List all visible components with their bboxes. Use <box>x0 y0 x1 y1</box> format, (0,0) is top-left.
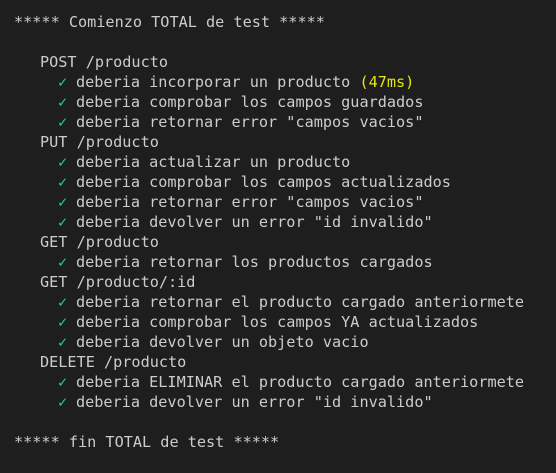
test-description: deberia devolver un objeto vacio <box>76 333 369 351</box>
checkmark-icon: ✓ <box>58 93 68 111</box>
suite-list: POST /producto ✓ deberia incorporar un pro… <box>0 52 556 412</box>
suite-title: GET /producto <box>40 233 159 251</box>
test-result-row: ✓ deberia retornar el producto cargado an… <box>0 292 556 312</box>
checkmark-icon: ✓ <box>58 373 68 391</box>
test-result-row: ✓ deberia retornar los productos cargados <box>0 252 556 272</box>
checkmark-icon: ✓ <box>58 253 68 271</box>
test-result-row: ✓ deberia devolver un error "id invalido" <box>0 212 556 232</box>
header-banner: ***** Comienzo TOTAL de test ***** <box>14 13 325 31</box>
test-description: deberia comprobar los campos actualizado… <box>76 173 451 191</box>
footer-banner: ***** fin TOTAL de test ***** <box>14 433 280 451</box>
test-result-row: ✓ deberia comprobar los campos YA actuali… <box>0 312 556 332</box>
test-result-row: ✓ deberia actualizar un producto <box>0 152 556 172</box>
test-result-row: ✓ deberia retornar error "campos vacios" <box>0 192 556 212</box>
terminal-output: ***** Comienzo TOTAL de test ***** POST … <box>0 0 556 473</box>
checkmark-icon: ✓ <box>58 333 68 351</box>
test-result-row: ✓ deberia comprobar los campos guardados <box>0 92 556 112</box>
checkmark-icon: ✓ <box>58 193 68 211</box>
test-result-row: ✓ deberia devolver un objeto vacio <box>0 332 556 352</box>
checkmark-icon: ✓ <box>58 393 68 411</box>
checkmark-icon: ✓ <box>58 153 68 171</box>
checkmark-icon: ✓ <box>58 213 68 231</box>
test-description: deberia actualizar un producto <box>76 153 351 171</box>
test-result-row: ✓ deberia comprobar los campos actualizad… <box>0 172 556 192</box>
test-description: deberia retornar el producto cargado ant… <box>76 293 525 311</box>
test-result-row: ✓ deberia devolver un error "id invalido" <box>0 392 556 412</box>
test-description: deberia comprobar los campos YA actualiz… <box>76 313 479 331</box>
test-description: deberia incorporar un producto <box>76 73 351 91</box>
checkmark-icon: ✓ <box>58 113 68 131</box>
suite-title: DELETE /producto <box>40 353 187 371</box>
test-description: deberia devolver un error "id invalido" <box>76 213 433 231</box>
test-duration: (47ms) <box>359 73 415 91</box>
suite-title: POST /producto <box>40 53 169 71</box>
test-description: deberia devolver un error "id invalido" <box>76 393 433 411</box>
test-result-row: ✓ deberia incorporar un producto (47ms) <box>0 72 556 92</box>
test-result-row: ✓ deberia retornar error "campos vacios" <box>0 112 556 132</box>
checkmark-icon: ✓ <box>58 173 68 191</box>
test-description: deberia retornar error "campos vacios" <box>76 113 424 131</box>
test-description: deberia ELIMINAR el producto cargado ant… <box>76 373 525 391</box>
suite-title: PUT /producto <box>40 133 159 151</box>
checkmark-icon: ✓ <box>58 73 68 91</box>
suite-title: GET /producto/:id <box>40 273 196 291</box>
test-description: deberia retornar los productos cargados <box>76 253 433 271</box>
test-result-row: ✓ deberia ELIMINAR el producto cargado an… <box>0 372 556 392</box>
test-description: deberia retornar error "campos vacios" <box>76 193 424 211</box>
test-description: deberia comprobar los campos guardados <box>76 93 424 111</box>
checkmark-icon: ✓ <box>58 313 68 331</box>
checkmark-icon: ✓ <box>58 293 68 311</box>
